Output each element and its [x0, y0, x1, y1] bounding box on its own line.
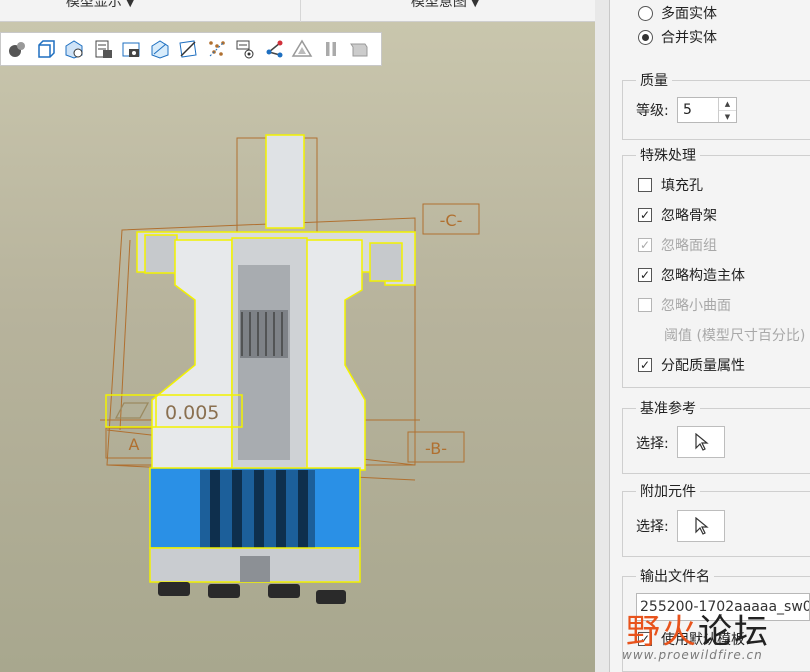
additional-component-title: 附加元件	[636, 481, 700, 501]
datum-reference-select-label: 选择:	[636, 436, 669, 452]
radio-button[interactable]	[638, 5, 653, 21]
ribbon-bar: 模型显示 ▼ 模型意图 ▼	[0, 0, 595, 22]
panel-splitter[interactable]	[595, 0, 610, 672]
radio-multi-surface-solid[interactable]: 多面实体	[638, 1, 717, 25]
checkbox-checked[interactable]: ✓	[638, 268, 652, 282]
datum-display-icon[interactable]	[288, 35, 317, 63]
datum-b-label: -B-	[425, 439, 447, 458]
watermark-url: www.proewildfire.cn	[622, 648, 763, 662]
datum-c-tag: -C-	[422, 203, 480, 235]
radio-merged-solid-label: 合并实体	[661, 30, 717, 46]
spin-down-icon[interactable]: ▼	[719, 111, 736, 123]
model-display[interactable]: -C- -B- A 0.005	[0, 22, 595, 672]
checkbox-ignore-quilts-label: 忽略面组	[661, 238, 717, 254]
checkbox-checked[interactable]: ✓	[638, 208, 652, 222]
radio-button-selected[interactable]	[638, 29, 653, 45]
flatness-value: 0.005	[165, 402, 219, 424]
checkbox-ignore-small-surfaces: 忽略小曲面	[638, 293, 731, 317]
transparent-icon[interactable]	[146, 35, 175, 63]
quality-level-spinner[interactable]: 5 ▲ ▼	[677, 97, 737, 123]
radio-merged-solid[interactable]: 合并实体	[638, 25, 717, 49]
watermark-logo-part2: 论坛	[698, 612, 770, 652]
datum-reference-title: 基准参考	[636, 398, 700, 418]
spin-center-icon[interactable]	[203, 35, 232, 63]
model-display-label: 模型显示	[65, 0, 122, 10]
checkbox-disabled	[638, 298, 652, 312]
view-toolbar	[0, 32, 382, 66]
quality-level-label: 等级:	[636, 103, 669, 119]
saved-view-icon[interactable]	[60, 35, 89, 63]
model-display-group[interactable]: 模型显示 ▼	[40, 0, 160, 22]
pause-icon[interactable]	[317, 35, 346, 63]
ribbon-divider	[300, 0, 301, 22]
checkbox-ignore-quilts: ✓ 忽略面组	[638, 233, 717, 257]
checkbox-assign-mass-properties[interactable]: ✓ 分配质量属性	[638, 353, 745, 377]
datum-reference-select-button[interactable]	[677, 426, 725, 458]
datum-c-label: -C-	[440, 211, 463, 230]
checkbox-assign-mass-properties-label: 分配质量属性	[661, 358, 745, 374]
annotation-display-icon[interactable]	[231, 35, 260, 63]
chevron-down-icon: ▼	[126, 0, 135, 9]
model-intent-group[interactable]: 模型意图 ▼	[380, 0, 510, 22]
chevron-down-icon: ▼	[471, 0, 480, 9]
options-panel: 多面实体 合并实体 质量 等级: 5 ▲ ▼ 特殊处理 填充孔 ✓ 忽略骨架 ✓…	[610, 0, 810, 672]
cursor-arrow-icon	[695, 517, 709, 535]
csys-display-icon[interactable]	[260, 35, 289, 63]
checkbox-fill-holes[interactable]: 填充孔	[638, 173, 703, 197]
section-icon[interactable]	[174, 35, 203, 63]
checkbox-fill-holes-label: 填充孔	[661, 178, 703, 194]
spin-up-icon[interactable]: ▲	[719, 98, 736, 111]
checkbox-ignore-skeleton[interactable]: ✓ 忽略骨架	[638, 203, 717, 227]
watermark-logo: 野火论坛	[626, 604, 770, 653]
layers-icon[interactable]	[89, 35, 118, 63]
cursor-arrow-icon	[695, 433, 709, 451]
checkbox-ignore-construction-body[interactable]: ✓ 忽略构造主体	[638, 263, 745, 287]
additional-component-select-button[interactable]	[677, 510, 725, 542]
model-intent-label: 模型意图	[410, 0, 467, 10]
special-handling-title: 特殊处理	[636, 145, 700, 165]
radio-multi-surface-solid-label: 多面实体	[661, 6, 717, 22]
quality-level-value[interactable]: 5	[678, 98, 718, 122]
blue-band	[149, 467, 361, 549]
datum-a-label: A	[129, 435, 140, 454]
checkbox-ignore-skeleton-label: 忽略骨架	[661, 208, 717, 224]
datum-b-tag: -B-	[407, 431, 465, 463]
forum-watermark: 野火论坛 www.proewildfire.cn	[622, 604, 810, 672]
box-view-icon[interactable]	[32, 35, 61, 63]
watermark-logo-part1: 野火	[626, 612, 698, 652]
shading-icon[interactable]	[3, 35, 32, 63]
additional-component-select-label: 选择:	[636, 519, 669, 535]
repaint-icon[interactable]	[345, 35, 374, 63]
snapshot-icon[interactable]	[117, 35, 146, 63]
checkbox-ignore-small-surfaces-label: 忽略小曲面	[661, 298, 731, 314]
checkbox-ignore-construction-body-label: 忽略构造主体	[661, 268, 745, 284]
threshold-label: 阈值 (模型尺寸百分比)	[664, 328, 806, 344]
quality-group-title: 质量	[636, 70, 672, 90]
graphics-viewport[interactable]: -C- -B- A 0.005	[0, 22, 595, 672]
checkbox-checked-disabled: ✓	[638, 238, 652, 252]
checkbox-checked[interactable]: ✓	[638, 358, 652, 372]
bottom-plate	[149, 547, 361, 604]
checkbox[interactable]	[638, 178, 652, 192]
output-file-title: 输出文件名	[636, 566, 714, 586]
